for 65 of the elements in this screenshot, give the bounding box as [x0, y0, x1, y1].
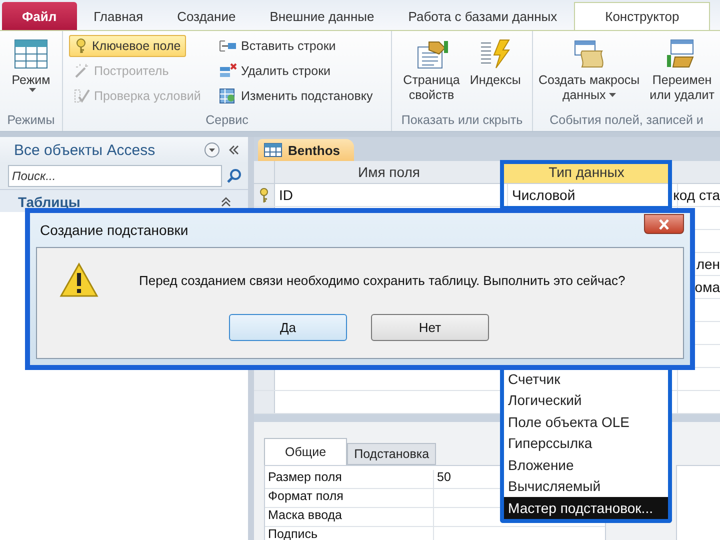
property-tab[interactable]: Подстановка — [347, 443, 436, 465]
search-field[interactable]: Поиск... — [8, 165, 222, 187]
dialog-title: Создание подстановки — [40, 222, 188, 238]
ribbon-button[interactable]: Режим — [8, 37, 54, 113]
group-label: Показать или скрыть — [400, 113, 524, 129]
table-cell: ома — [694, 279, 720, 295]
ribbon-button[interactable]: Ключевое поле — [69, 35, 186, 57]
dialog-button[interactable]: Да — [229, 314, 347, 341]
ribbon-tab[interactable]: Внешние данные — [252, 2, 392, 30]
ribbon-button[interactable]: Страница свойств — [400, 37, 463, 113]
group-label: События полей, записей и — [548, 113, 704, 129]
lightning-icon — [478, 39, 512, 69]
list-item[interactable]: Вычисляемый — [504, 476, 668, 497]
table-cell: код ста — [673, 187, 720, 203]
close-icon — [658, 218, 670, 230]
group-label: Режимы — [6, 113, 56, 129]
checkmark-icon — [74, 88, 90, 104]
insert-rows-icon — [219, 38, 237, 54]
file-tab[interactable]: Файл — [2, 2, 77, 30]
close-button[interactable] — [644, 214, 684, 234]
dropdown-icon[interactable] — [204, 142, 220, 158]
key-icon — [74, 38, 88, 54]
list-item[interactable]: Гиперссылка — [504, 432, 668, 454]
document-tab[interactable]: Benthos — [258, 139, 354, 161]
row-selector[interactable] — [254, 184, 275, 206]
list-item[interactable]: Мастер подстановок... — [504, 497, 668, 518]
table-icon — [264, 143, 282, 157]
list-item[interactable]: Счетчик — [504, 368, 668, 390]
property-label: Формат поля — [265, 489, 434, 507]
section-label: Таблицы — [18, 194, 80, 210]
tab-label: Benthos — [288, 142, 340, 158]
wand-icon — [74, 63, 90, 79]
property-tab[interactable]: Общие — [264, 438, 348, 465]
scroll-icon — [572, 39, 606, 69]
ribbon-button[interactable]: Индексы — [466, 37, 524, 113]
table-cell: Числовой — [512, 187, 576, 203]
ribbon-tab[interactable]: Главная — [76, 2, 160, 30]
ribbon-button[interactable]: Вставить строки — [214, 35, 341, 57]
table-icon — [14, 39, 48, 69]
table-cell: лен — [696, 256, 720, 272]
pane-title: Все объекты Access — [14, 142, 156, 158]
table-cell: ID — [279, 187, 293, 203]
property-label: Маска ввода — [265, 508, 434, 526]
row-selector[interactable] — [254, 368, 275, 390]
property-value[interactable]: 50 — [437, 470, 451, 484]
property-label: Размер поля — [265, 470, 434, 488]
ribbon-tab[interactable]: Конструктор — [574, 2, 710, 30]
warning-icon — [59, 262, 99, 298]
dialog-button[interactable]: Нет — [371, 314, 489, 341]
collapse-icon[interactable] — [228, 144, 240, 156]
ribbon-button[interactable]: Удалить строки — [214, 60, 336, 82]
ribbon-button[interactable]: Изменить подстановку — [214, 85, 378, 107]
group-label: Сервис — [204, 113, 250, 129]
ribbon-tab[interactable]: Создание — [160, 2, 253, 30]
ribbon-tab[interactable]: Работа с базами данных — [391, 2, 574, 30]
ribbon-button[interactable]: Создать макросы данных — [536, 37, 643, 113]
lookup-icon — [219, 88, 237, 104]
delete-rows-icon — [219, 63, 237, 79]
list-item[interactable]: Логический — [504, 390, 668, 411]
dialog-message: Перед созданием связи необходимо сохранить таблицу. Выполнить это сейчас? — [139, 272, 626, 288]
search-icon[interactable] — [226, 168, 242, 184]
property-sheet-icon — [414, 39, 448, 69]
list-item[interactable]: Вложение — [504, 454, 668, 476]
list-item[interactable]: Поле объекта OLE — [504, 411, 668, 432]
ribbon-button[interactable]: Переимен или удалит — [646, 37, 718, 113]
